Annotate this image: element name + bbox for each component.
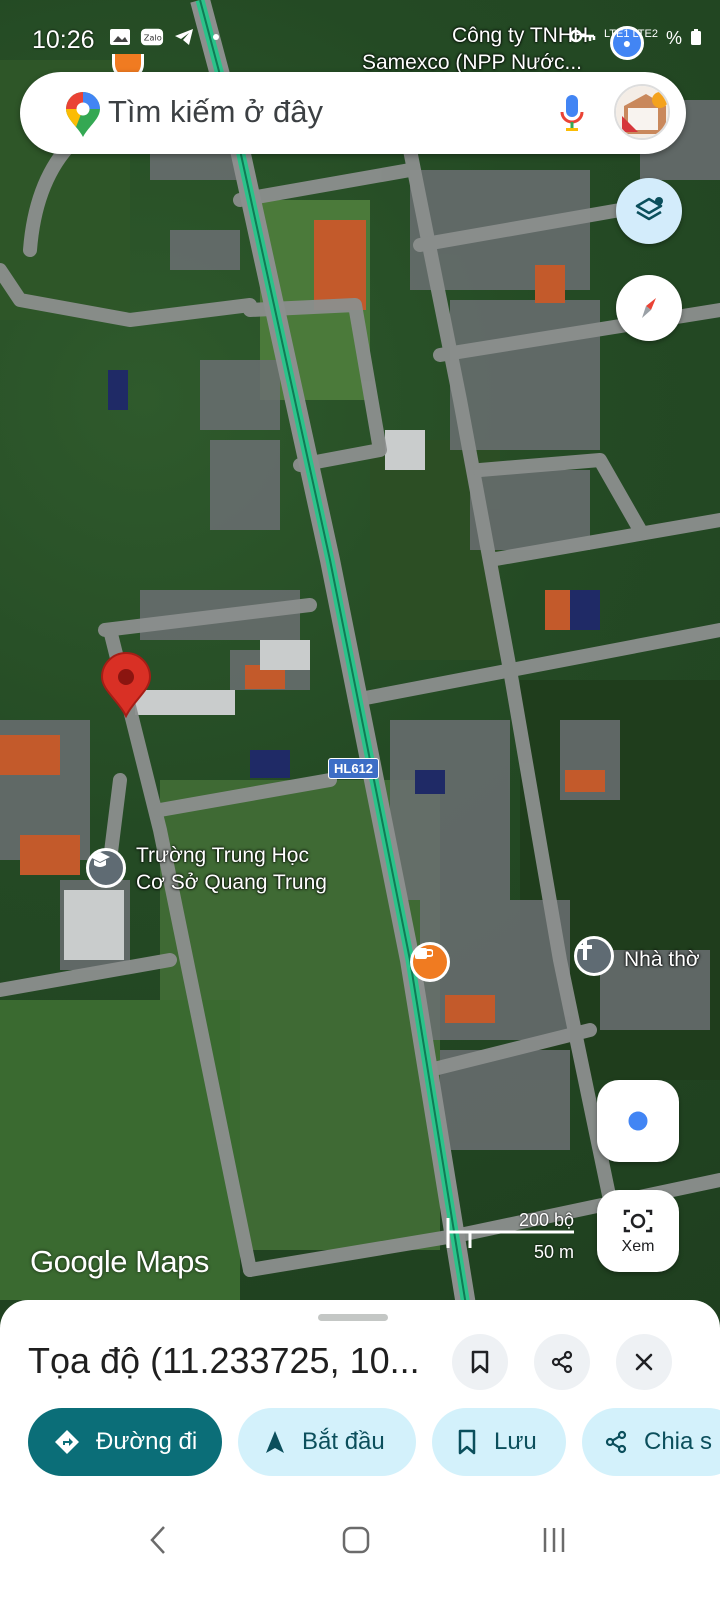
telegram-icon [172, 26, 196, 48]
status-bar: 10:26 Zalo LTE1 LTE2 % [0, 0, 720, 62]
school-label[interactable]: Trường Trung Học Cơ Sở Quang Trung [136, 842, 327, 896]
share-button[interactable]: Chia s [582, 1408, 720, 1476]
save-label: Lưu [494, 1428, 537, 1455]
scale-label-feet: 200 bộ [518, 1210, 574, 1230]
my-location-icon [625, 1108, 651, 1134]
navigation-arrow-icon [266, 1431, 284, 1453]
layers-icon [635, 197, 663, 221]
coordinates-title: Tọa độ (11.233725, 10... [28, 1340, 420, 1381]
recents-icon [543, 1528, 565, 1552]
home-icon [342, 1526, 370, 1554]
back-button[interactable] [128, 1510, 188, 1570]
road-shield-hl612: HL612 [328, 758, 380, 779]
bookmark-icon [471, 1350, 489, 1374]
compass-button[interactable] [616, 275, 682, 341]
directions-icon [55, 1430, 79, 1454]
share-place-button[interactable] [534, 1334, 590, 1390]
bookmark-icon [458, 1429, 476, 1455]
dot-icon [204, 26, 228, 48]
close-icon [635, 1353, 653, 1371]
church-label[interactable]: Nhà thờ [624, 946, 700, 973]
google-maps-pin-icon [66, 92, 100, 137]
battery-icon [690, 28, 702, 51]
camera-lens-icon [623, 1209, 653, 1233]
search-bar[interactable]: Tìm kiếm ở đây [20, 72, 686, 154]
back-chevron-icon [150, 1526, 165, 1554]
save-button[interactable]: Lưu [432, 1408, 566, 1476]
close-button[interactable] [616, 1334, 672, 1390]
avatar-image [616, 86, 668, 138]
scale-label-meters: 50 m [533, 1242, 574, 1262]
drag-handle[interactable] [318, 1314, 388, 1321]
lens-button[interactable]: Xem [597, 1190, 679, 1272]
avatar[interactable] [614, 84, 670, 140]
notification-icons: Zalo [108, 26, 228, 48]
layers-button[interactable] [616, 178, 682, 244]
share-label: Chia s [644, 1428, 713, 1455]
battery-label: % [665, 28, 682, 48]
start-button[interactable]: Bắt đầu [238, 1408, 416, 1476]
save-place-button[interactable] [452, 1334, 508, 1390]
lens-label: Xem [621, 1238, 655, 1255]
recents-button[interactable] [524, 1510, 584, 1570]
system-nav-bar [0, 1490, 720, 1600]
google-maps-logo: Google Maps [30, 1244, 209, 1279]
directions-label: Đường đi [96, 1428, 198, 1455]
school-label-line1: Trường Trung Học [136, 844, 309, 867]
cafe-icon[interactable] [410, 942, 450, 982]
network-label: LTE1 LTE2 [603, 28, 658, 40]
share-icon [605, 1430, 627, 1454]
status-time: 10:26 [32, 26, 95, 54]
key-icon [569, 28, 596, 51]
action-chips: Đường đi Bắt đầu Lưu Chia s [0, 1408, 720, 1478]
zalo-icon: Zalo [140, 26, 164, 48]
svg-text:Zalo: Zalo [144, 33, 162, 43]
microphone-icon[interactable] [560, 94, 584, 132]
share-icon [551, 1350, 573, 1374]
my-location-button[interactable] [597, 1080, 679, 1162]
home-button[interactable] [326, 1510, 386, 1570]
school-label-line2: Cơ Sở Quang Trung [136, 871, 327, 894]
start-label: Bắt đầu [302, 1428, 385, 1455]
search-placeholder: Tìm kiếm ở đây [108, 94, 323, 129]
system-icons: LTE1 LTE2 % [569, 28, 702, 51]
compass-icon [642, 297, 656, 319]
school-icon[interactable] [86, 848, 126, 888]
directions-button[interactable]: Đường đi [28, 1408, 222, 1476]
image-icon [108, 26, 132, 48]
scale-bar: 200 bộ 50 m [444, 1206, 574, 1266]
church-icon[interactable] [574, 936, 614, 976]
